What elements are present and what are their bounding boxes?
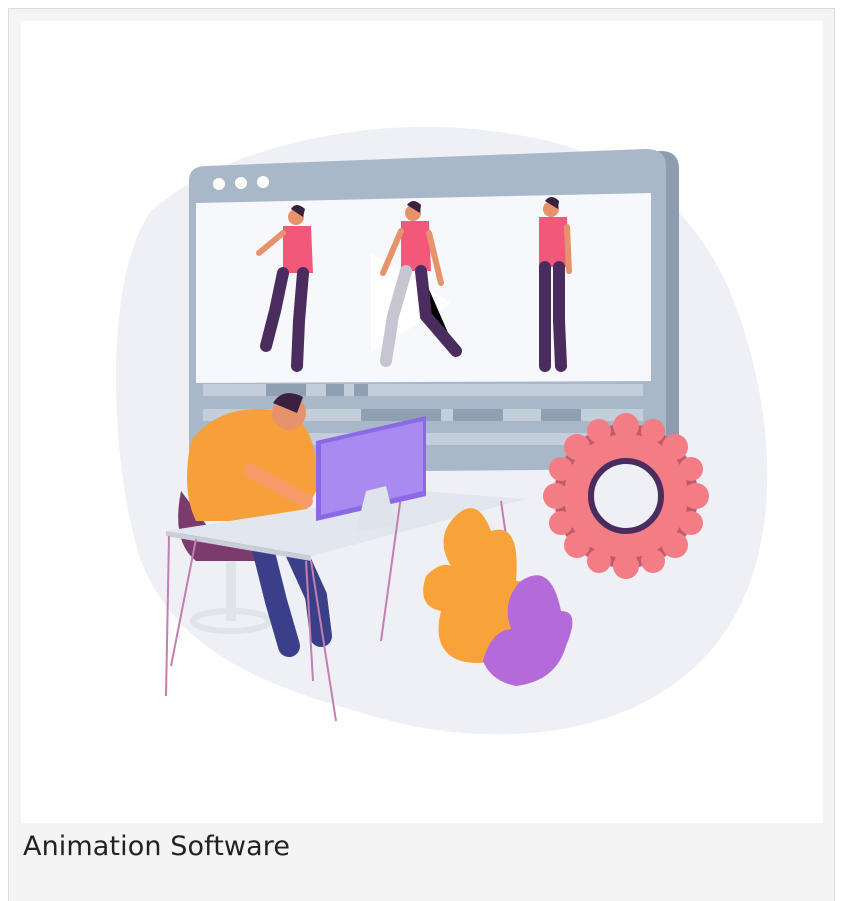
image-card[interactable]: Animation Software xyxy=(8,8,835,901)
window-dot-2 xyxy=(235,177,247,189)
timeline-mark xyxy=(541,409,581,421)
timeline-mark xyxy=(453,409,503,421)
image-caption: Animation Software xyxy=(23,831,291,862)
timeline-mark xyxy=(326,384,344,396)
window-dot-3 xyxy=(257,176,269,188)
timeline-mark xyxy=(361,409,441,421)
gear-icon xyxy=(543,413,709,579)
walking-figure-3 xyxy=(539,197,572,372)
timeline-mark xyxy=(354,384,368,396)
window-dot-1 xyxy=(213,178,225,190)
animation-software-illustration xyxy=(21,21,823,823)
